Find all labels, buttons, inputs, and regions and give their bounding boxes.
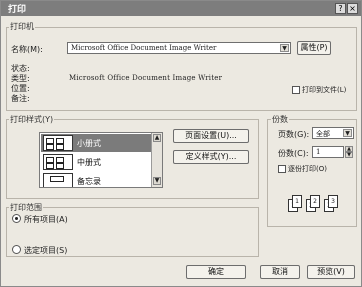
booklet-style-icon <box>43 135 73 151</box>
properties-button[interactable]: 属性(P) <box>297 41 331 55</box>
window-title: 打印 <box>8 5 27 15</box>
title-bar: 打印 ? × <box>1 1 361 16</box>
print-style-list[interactable]: 小册式 中册式 备忘录 ▲ ▼ <box>39 132 163 188</box>
printer-name-select[interactable]: Microsoft Office Document Image Writer ▼ <box>67 42 291 54</box>
print-dialog: 打印 ? × 打印机 名称(M): Microsoft Office Docum… <box>0 0 362 287</box>
page-icon: 3 <box>328 195 338 208</box>
type-value: Microsoft Office Document Image Writer <box>69 74 223 82</box>
copies-value: 1 <box>316 148 321 156</box>
chevron-down-icon[interactable]: ▼ <box>280 44 289 52</box>
copies-input[interactable]: 1 <box>312 146 344 158</box>
all-items-label: 所有项目(A) <box>24 215 68 224</box>
selected-items-label: 选定项目(S) <box>24 246 68 255</box>
collate-label: 逐份打印(O) <box>288 165 327 173</box>
print-to-file-label: 打印到文件(L) <box>302 86 347 94</box>
scroll-up-icon[interactable]: ▲ <box>153 134 161 142</box>
close-button[interactable]: × <box>347 3 358 14</box>
print-to-file-checkbox[interactable] <box>292 86 300 94</box>
cancel-button[interactable]: 取消 <box>260 265 300 279</box>
list-item-label: 备忘录 <box>77 177 101 186</box>
preview-button[interactable]: 预览(V) <box>307 265 355 279</box>
comment-label: 备注: <box>11 94 30 103</box>
print-range-group-label: 打印范围 <box>9 202 43 213</box>
pages-value: 全部 <box>316 130 330 138</box>
printer-name-value: Microsoft Office Document Image Writer <box>71 44 217 52</box>
printer-group-label: 打印机 <box>9 21 35 32</box>
list-item-label: 中册式 <box>77 158 101 167</box>
list-item[interactable]: 备忘录 <box>41 172 151 187</box>
list-item[interactable]: 中册式 <box>41 153 151 171</box>
copies-label: 份数(C): <box>278 149 309 158</box>
scroll-down-icon[interactable]: ▼ <box>153 177 161 185</box>
page-setup-button[interactable]: 页面设置(U)... <box>173 129 249 143</box>
collate-checkbox[interactable] <box>278 165 286 173</box>
printer-name-label: 名称(M): <box>11 45 43 54</box>
define-styles-button[interactable]: 定义样式(Y)... <box>173 150 249 164</box>
spin-down-icon[interactable]: ▼ <box>345 152 353 158</box>
print-style-group-label: 打印样式(Y) <box>9 114 55 125</box>
pages-select[interactable]: 全部 ▼ <box>312 127 354 139</box>
list-item[interactable]: 小册式 <box>41 134 151 152</box>
copies-stepper[interactable]: ▲ ▼ <box>345 146 353 158</box>
all-items-radio[interactable] <box>12 214 21 223</box>
copies-group-label: 份数 <box>271 114 289 125</box>
pages-label: 页数(G): <box>278 130 310 139</box>
printer-group-frame <box>6 27 357 111</box>
list-item-label: 小册式 <box>77 139 101 148</box>
selected-items-radio[interactable] <box>12 245 21 254</box>
list-scrollbar[interactable]: ▲ ▼ <box>151 133 162 187</box>
page-icon: 2 <box>310 195 320 208</box>
ok-button[interactable]: 确定 <box>186 265 246 279</box>
chevron-down-icon[interactable]: ▼ <box>343 129 352 137</box>
medium-booklet-style-icon <box>43 154 73 170</box>
page-icon: 1 <box>292 195 302 208</box>
help-button[interactable]: ? <box>335 3 346 14</box>
memo-style-icon <box>43 173 73 187</box>
